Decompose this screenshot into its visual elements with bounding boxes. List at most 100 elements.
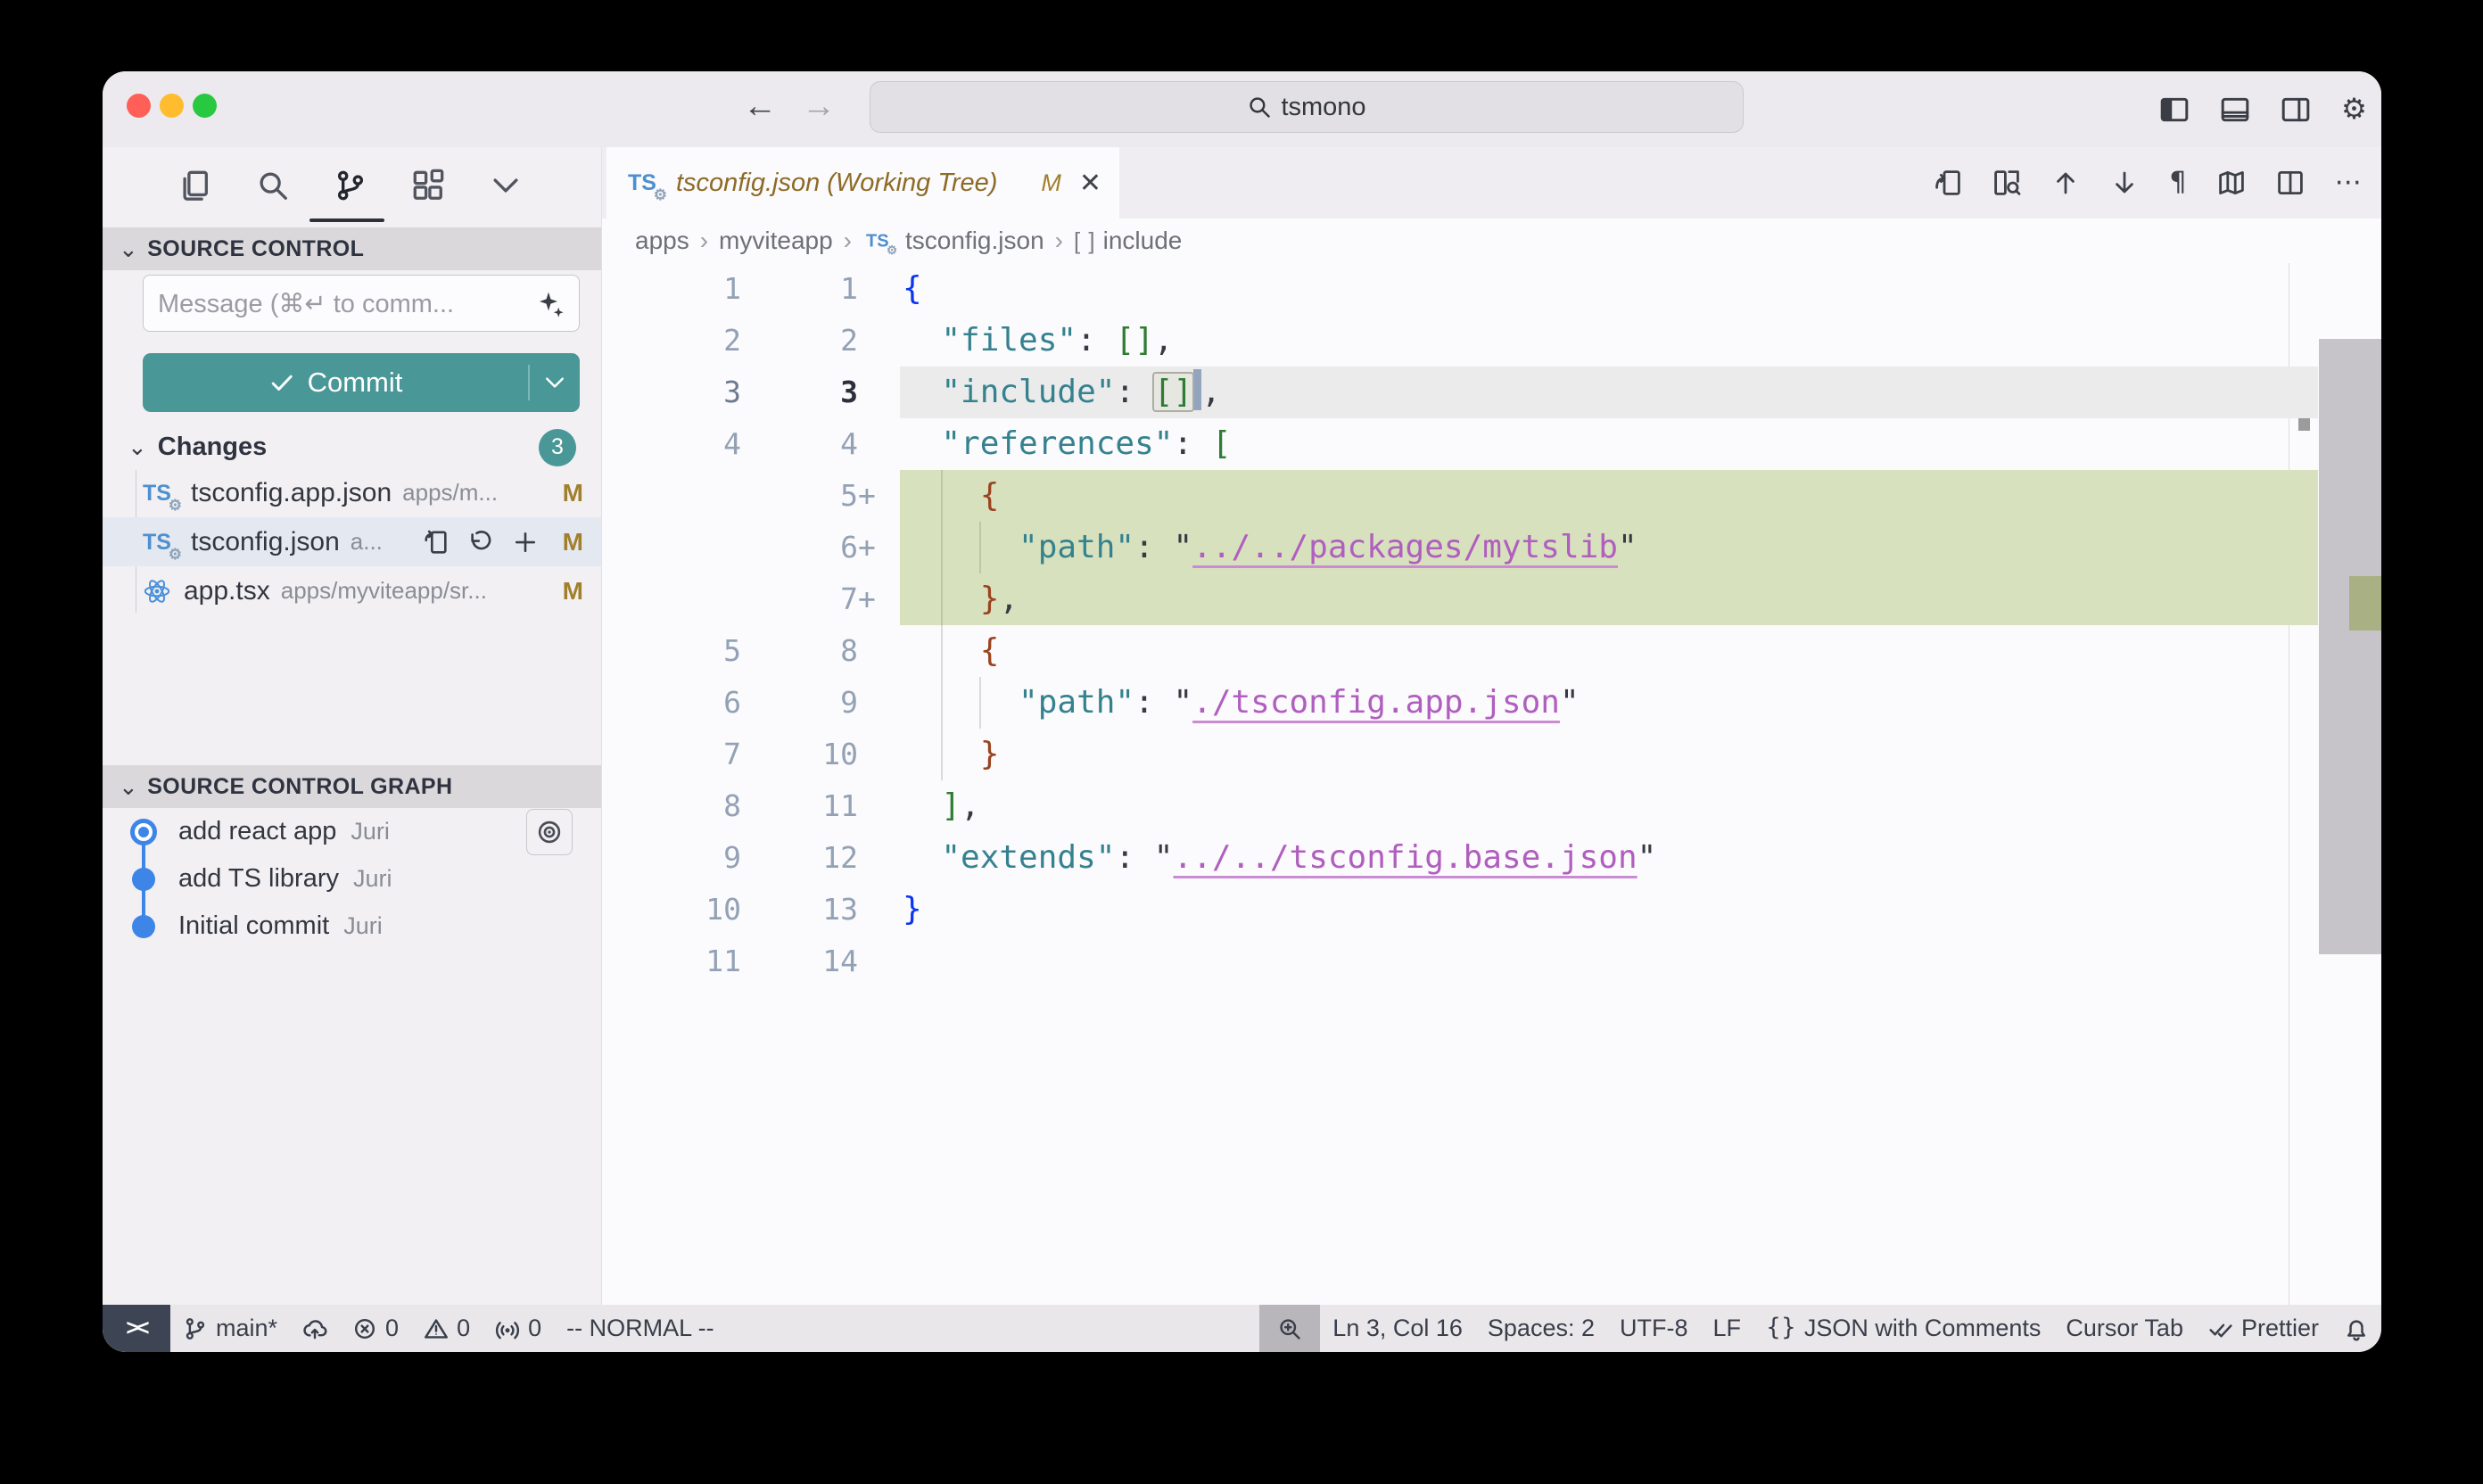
- errors-status[interactable]: 0: [340, 1305, 411, 1352]
- tab-tsconfig-working-tree[interactable]: TS⚙ tsconfig.json (Working Tree) M ✕: [606, 147, 1119, 218]
- search-in-diff-button[interactable]: [1992, 169, 2021, 197]
- code-line-14[interactable]: 1114: [602, 936, 2381, 987]
- activity-item-extensions[interactable]: [409, 167, 447, 204]
- breadcrumb-item-apps[interactable]: apps: [635, 227, 689, 255]
- files-icon: [178, 169, 212, 202]
- open-changes-button[interactable]: [1934, 169, 1962, 197]
- original-line-number: 10: [602, 884, 741, 936]
- code-line-7[interactable]: 7+ },: [602, 573, 2381, 625]
- modified-badge: M: [1041, 169, 1061, 197]
- back-button[interactable]: ←: [738, 87, 782, 126]
- activity-item-explorer[interactable]: [177, 167, 214, 204]
- encoding[interactable]: UTF-8: [1607, 1305, 1701, 1352]
- source-control-graph-header[interactable]: ⌄ SOURCE CONTROL GRAPH: [103, 765, 601, 808]
- code-line-9[interactable]: 69 "path": "./tsconfig.app.json": [602, 677, 2381, 729]
- file-path: a...: [351, 528, 383, 556]
- changes-label: Changes: [158, 433, 267, 462]
- commit-dropdown-button[interactable]: [530, 370, 580, 395]
- changes-count-badge: 3: [539, 429, 576, 466]
- title-bar: ← → tsmono ⚙: [103, 71, 2381, 147]
- code-line-11[interactable]: 811 ],: [602, 780, 2381, 832]
- toggle-whitespace-button[interactable]: ¶: [2169, 169, 2186, 196]
- code-line-4[interactable]: 44 "references": [: [602, 418, 2381, 470]
- code-line-6[interactable]: 6+ "path": "../../packages/mytslib": [602, 522, 2381, 573]
- code-line-2[interactable]: 22 "files": [],: [602, 315, 2381, 367]
- source-control-header[interactable]: ⌄ SOURCE CONTROL: [103, 227, 601, 270]
- modified-line-number: 3: [741, 367, 881, 418]
- formatter[interactable]: Prettier: [2196, 1305, 2331, 1352]
- manage-button[interactable]: ⚙: [2341, 95, 2367, 123]
- breadcrumb-item-myviteapp[interactable]: myviteapp: [719, 227, 833, 255]
- commit-message-input[interactable]: Message (⌘↵ to comm...: [143, 275, 580, 332]
- extensions-icon: [411, 169, 445, 202]
- commit-message: Initial commit: [178, 911, 329, 941]
- sparkle-icon[interactable]: [536, 289, 565, 317]
- branch-status[interactable]: main*: [170, 1305, 290, 1352]
- changed-file-app.tsx[interactable]: app.tsxapps/myviteapp/sr...M: [103, 566, 601, 615]
- language-mode[interactable]: {}JSON with Comments: [1753, 1305, 2053, 1352]
- modified-line-number: 9: [741, 677, 881, 729]
- activity-item-source-control[interactable]: [332, 167, 369, 204]
- modified-line-number: 5+: [741, 470, 881, 522]
- warnings-status[interactable]: 0: [411, 1305, 483, 1352]
- previous-change-button[interactable]: [2051, 169, 2080, 197]
- warning-icon: [424, 1316, 449, 1341]
- goto-commit-button[interactable]: [526, 809, 573, 855]
- react-icon: [143, 577, 171, 606]
- ts-icon: TS⚙: [143, 526, 178, 558]
- code-line-3[interactable]: 33 "include": [],: [602, 367, 2381, 418]
- code-line-10[interactable]: 710 }: [602, 729, 2381, 780]
- eol[interactable]: LF: [1700, 1305, 1753, 1352]
- changes-section-header[interactable]: ⌄ Changes 3: [103, 426, 601, 468]
- close-tab-button[interactable]: ✕: [1074, 168, 1101, 199]
- ports-status[interactable]: 0: [483, 1305, 554, 1352]
- more-actions-button[interactable]: ⋯: [2335, 169, 2362, 196]
- toggle-secondary-sidebar-button[interactable]: [2281, 95, 2311, 125]
- close-window-button[interactable]: [127, 94, 151, 118]
- commit-row[interactable]: Initial commitJuri: [103, 903, 601, 950]
- diff-editor[interactable]: 11{22 "files": [],33 "include": [],44 "r…: [602, 263, 2381, 1305]
- original-line-number: 11: [602, 936, 741, 987]
- cursor-position[interactable]: Ln 3, Col 16: [1320, 1305, 1475, 1352]
- code-line-1[interactable]: 11{: [602, 263, 2381, 315]
- toggle-minimap-button[interactable]: [2217, 169, 2246, 197]
- forward-button[interactable]: →: [796, 87, 841, 126]
- sync-status[interactable]: [290, 1305, 340, 1352]
- toggle-primary-sidebar-button[interactable]: [2159, 95, 2190, 125]
- file-name: tsconfig.app.json: [191, 478, 392, 508]
- code-line-8[interactable]: 58 {: [602, 625, 2381, 677]
- activity-item-additional-views[interactable]: [487, 167, 524, 204]
- indentation[interactable]: Spaces: 2: [1475, 1305, 1607, 1352]
- stage-changes-button[interactable]: [512, 529, 539, 556]
- activity-item-search[interactable]: [254, 167, 292, 204]
- discard-changes-button[interactable]: [467, 529, 494, 556]
- tab-completion[interactable]: Cursor Tab: [2053, 1305, 2196, 1352]
- split-editor-button[interactable]: [2276, 169, 2305, 197]
- warnings-status-label: 0: [457, 1315, 470, 1342]
- remote-indicator[interactable]: ><: [103, 1305, 170, 1352]
- changes-file-list: TS⚙tsconfig.app.jsonapps/m...MTS⚙tsconfi…: [103, 468, 601, 615]
- original-line-number: 6: [602, 677, 741, 729]
- breadcrumb-item-tsconfig.json[interactable]: TS⚙tsconfig.json: [862, 225, 1044, 257]
- code-line-12[interactable]: 912 "extends": "../../tsconfig.base.json…: [602, 832, 2381, 884]
- vim-mode[interactable]: -- NORMAL --: [554, 1305, 726, 1352]
- breadcrumb-item-include[interactable]: [ ]include: [1074, 227, 1182, 255]
- original-line-number: 8: [602, 780, 741, 832]
- next-change-button[interactable]: [2110, 169, 2139, 197]
- changed-file-tsconfig.app.json[interactable]: TS⚙tsconfig.app.jsonapps/m...M: [103, 468, 601, 517]
- code-line-13[interactable]: 1013}: [602, 884, 2381, 936]
- minimize-window-button[interactable]: [160, 94, 184, 118]
- code-line-5[interactable]: 5+ {: [602, 470, 2381, 522]
- open-file-button[interactable]: [423, 529, 450, 556]
- commit-row[interactable]: add TS libraryJuri: [103, 855, 601, 903]
- toggle-panel-button[interactable]: [2220, 95, 2250, 125]
- commit-dot: [132, 915, 155, 938]
- maximize-window-button[interactable]: [193, 94, 217, 118]
- changed-file-tsconfig.json[interactable]: TS⚙tsconfig.jsona...M: [103, 517, 601, 566]
- commit-button[interactable]: Commit: [143, 353, 580, 412]
- command-center-search[interactable]: tsmono: [870, 81, 1744, 133]
- zoom-indicator[interactable]: [1259, 1305, 1320, 1352]
- notifications[interactable]: [2331, 1305, 2381, 1352]
- commit-row[interactable]: add react appJuri: [103, 808, 601, 855]
- bell-icon: [2344, 1316, 2369, 1341]
